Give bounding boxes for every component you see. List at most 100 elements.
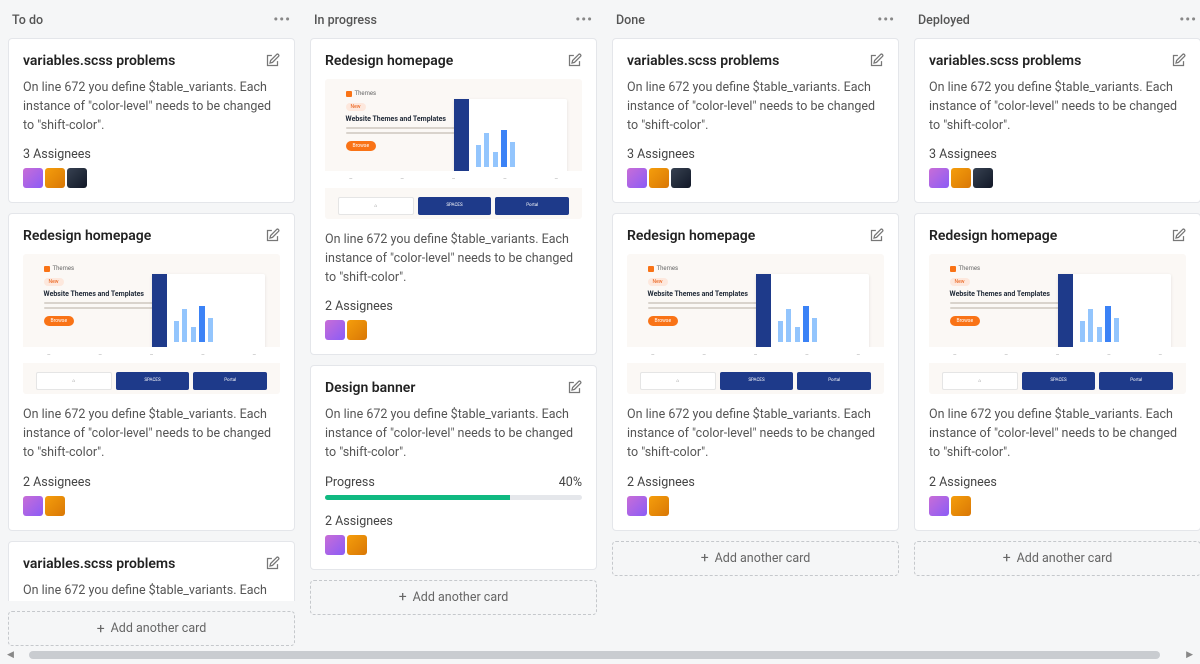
card-thumbnail: ThemesNewWebsite Themes and TemplatesBro… [23,254,280,394]
card-title: Design banner [325,380,415,396]
avatar[interactable] [45,168,65,188]
edit-icon[interactable] [1171,53,1186,68]
card-thumbnail: ThemesNewWebsite Themes and TemplatesBro… [929,254,1186,394]
avatar[interactable] [67,168,87,188]
avatar[interactable] [347,320,367,340]
card-title: Redesign homepage [627,228,755,244]
card-description: On line 672 you define $table_variants. … [929,406,1186,462]
column-header: Deployed ••• [914,8,1200,38]
kanban-card[interactable]: variables.scss problemsOn line 672 you d… [914,38,1200,203]
kanban-card[interactable]: Redesign homepage ThemesNewWebsite Themes… [8,213,295,530]
edit-icon[interactable] [265,53,280,68]
scrollbar-thumb[interactable] [29,651,1160,659]
more-icon[interactable]: ••• [273,12,291,28]
assignee-avatars [627,496,884,516]
avatar[interactable] [627,168,647,188]
card-title: Redesign homepage [325,53,453,69]
avatar[interactable] [929,168,949,188]
card-thumbnail: ThemesNewWebsite Themes and TemplatesBro… [627,254,884,394]
card-list: variables.scss problems On line 672 you d… [914,38,1200,531]
edit-icon[interactable] [869,53,884,68]
card-title: Redesign homepage [23,228,151,244]
avatar[interactable] [23,168,43,188]
kanban-board: To do ••• variables.scss problems On line 6… [0,0,1200,646]
card-description: On line 672 you define $table_variants. … [627,79,884,135]
avatar[interactable] [649,496,669,516]
edit-icon[interactable] [869,228,884,243]
plus-icon: + [97,622,105,636]
avatar[interactable] [649,168,669,188]
scroll-left-icon[interactable]: ◀ [4,650,17,660]
plus-icon: + [1003,551,1011,565]
card-list: variables.scss problemsOn line 672 you d… [612,38,899,531]
avatar[interactable] [951,496,971,516]
assignee-avatars [23,168,280,188]
kanban-card[interactable]: variables.scss problems On line 672 you d… [8,38,295,203]
assignees-label: 3 Assignees [627,147,884,162]
avatar[interactable] [45,496,65,516]
assignee-avatars [627,168,884,188]
card-description: On line 672 you define $table_variants. … [23,582,280,602]
edit-icon[interactable] [567,53,582,68]
column-title: Deployed [918,13,970,28]
progress-fill [325,495,510,500]
add-card-button[interactable]: +Add another card [310,580,597,615]
progress-bar [325,495,582,500]
more-icon[interactable]: ••• [877,12,895,28]
avatar[interactable] [929,496,949,516]
kanban-card[interactable]: variables.scss problemsOn line 672 you d… [612,38,899,203]
kanban-card[interactable]: Design bannerOn line 672 you define $tab… [310,365,597,569]
avatar[interactable] [671,168,691,188]
kanban-card[interactable]: Redesign homepageThemesNewWebsite Themes… [310,38,597,355]
kanban-card[interactable]: variables.scss problems On line 672 you d… [8,541,295,602]
assignees-label: 2 Assignees [627,475,884,490]
card-title: variables.scss problems [23,53,175,69]
column-deployed: Deployed ••• variables.scss problems On lin… [914,8,1200,646]
avatar[interactable] [627,496,647,516]
progress-percent: 40% [559,475,582,490]
assignees-label: 3 Assignees [929,147,1186,162]
scrollbar-track[interactable] [17,650,1183,660]
avatar[interactable] [951,168,971,188]
card-description: On line 672 you define $table_variants. … [627,406,884,462]
more-icon[interactable]: ••• [575,12,593,28]
card-title: Redesign homepage [929,228,1057,244]
add-card-label: Add another card [1017,551,1113,566]
add-card-button[interactable]: +Add another card [612,541,899,576]
add-card-label: Add another card [111,621,207,636]
edit-icon[interactable] [265,556,280,571]
edit-icon[interactable] [567,380,582,395]
add-card-button[interactable]: + Add another card [8,611,295,646]
avatar[interactable] [973,168,993,188]
card-description: On line 672 you define $table_variants. … [23,79,280,135]
column-inprogress: In progress ••• Redesign homepageThemesNew… [310,8,597,646]
avatar[interactable] [325,535,345,555]
edit-icon[interactable] [1171,228,1186,243]
kanban-card[interactable]: Redesign homepage ThemesNewWebsite Themes… [612,213,899,530]
avatar[interactable] [347,535,367,555]
assignees-label: 3 Assignees [23,147,280,162]
kanban-card[interactable]: Redesign homepage ThemesNewWebsite Themes… [914,213,1200,530]
card-description: On line 672 you define $table_variants. … [23,406,280,462]
assignees-label: 2 Assignees [929,475,1186,490]
progress-row: Progress40% [325,475,582,490]
scroll-right-icon[interactable]: ▶ [1183,650,1196,660]
column-header: To do ••• [8,8,295,38]
column-header: In progress ••• [310,8,597,38]
column-done: Done•••variables.scss problemsOn line 67… [612,8,899,646]
assignee-avatars [325,320,582,340]
more-icon[interactable]: ••• [1179,12,1197,28]
avatar[interactable] [23,496,43,516]
assignee-avatars [23,496,280,516]
edit-icon[interactable] [265,228,280,243]
card-title: variables.scss problems [23,556,175,572]
plus-icon: + [701,551,709,565]
card-list: Redesign homepageThemesNewWebsite Themes… [310,38,597,570]
add-card-button[interactable]: + Add another card [914,541,1200,576]
assignee-avatars [929,496,1186,516]
column-title: To do [12,13,43,28]
card-title: variables.scss problems [929,53,1081,69]
horizontal-scrollbar[interactable]: ◀ ▶ [4,648,1196,662]
avatar[interactable] [325,320,345,340]
column-title: In progress [314,13,377,28]
